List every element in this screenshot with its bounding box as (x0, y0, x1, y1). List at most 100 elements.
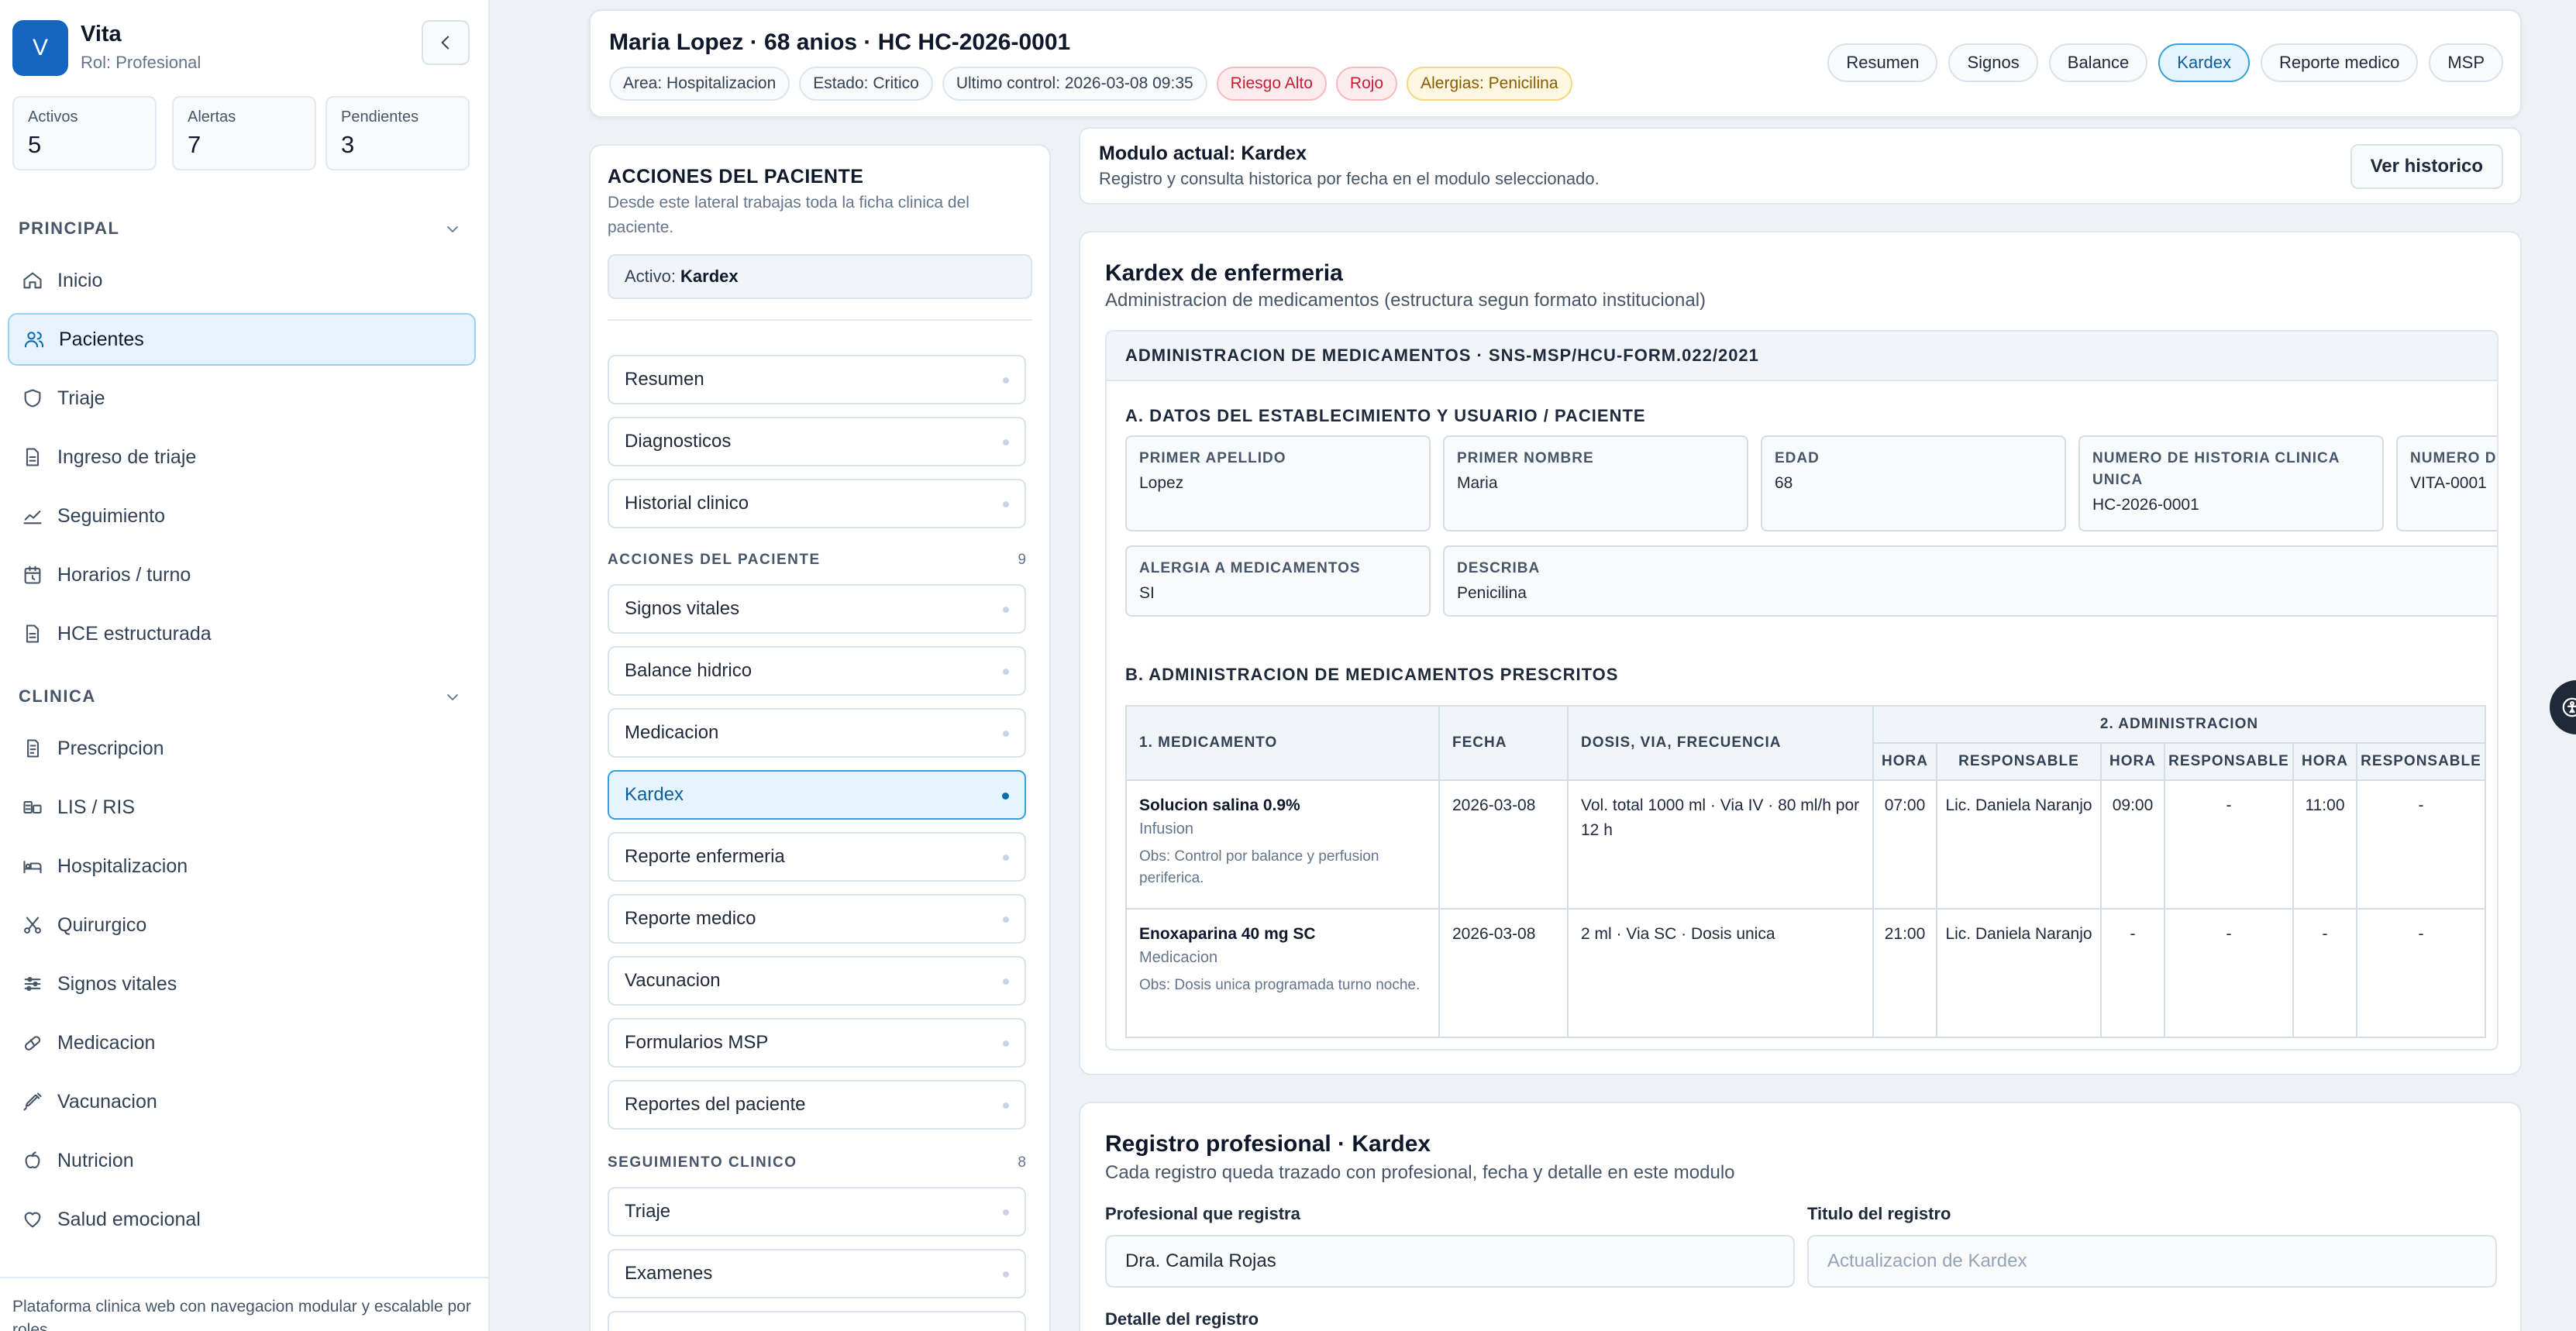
view-history-button[interactable]: Ver historico (2350, 144, 2503, 189)
cell-medicamento: Solucion salina 0.9% Infusion Obs: Contr… (1125, 779, 1440, 910)
col-responsable: RESPONSABLE (2356, 742, 2486, 781)
chip-area: Area: Hospitalizacion (609, 67, 790, 101)
home-icon (22, 270, 43, 291)
cell-hora: 07:00 (1872, 779, 1937, 910)
field-alergia: ALERGIA A MEDICAMENTOS SI (1125, 545, 1431, 617)
tab-kardex[interactable]: Kardex (2158, 43, 2250, 82)
action-item-vacunacion[interactable]: Vacunacion (608, 956, 1026, 1006)
stat-pendientes: Pendientes 3 (325, 96, 470, 170)
professional-label: Profesional que registra (1105, 1204, 1300, 1223)
section-principal-heading[interactable]: PRINCIPAL (19, 218, 119, 239)
stat-label: Pendientes (341, 108, 419, 126)
status-dot (1002, 793, 1009, 800)
trend-icon (22, 505, 43, 527)
sidebar-item-lis-ris[interactable]: LIS / RIS (8, 781, 476, 834)
sidebar-item-medicacion[interactable]: Medicacion (8, 1016, 476, 1069)
group-title: ACCIONES DEL PACIENTE (608, 552, 821, 568)
tab-reporte-medico[interactable]: Reporte medico (2261, 43, 2419, 82)
sidebar-item-salud-emocional[interactable]: Salud emocional (8, 1193, 476, 1246)
field-value: SI (1139, 584, 1155, 602)
field-value: HC-2026-0001 (2092, 496, 2199, 514)
sidebar-item-hce[interactable]: HCE estructurada (8, 607, 476, 660)
action-item-kardex[interactable]: Kardex (608, 770, 1026, 820)
sidebar-item-label: Hospitalizacion (57, 855, 188, 877)
syringe-icon (22, 1091, 43, 1113)
med-kind: Medicacion (1139, 949, 1218, 966)
cell-responsable: Lic. Daniela Naranjo (1936, 779, 2102, 910)
col-dosis: DOSIS, VIA, FRECUENCIA (1567, 705, 1874, 781)
action-item-signos-vitales[interactable]: Signos vitales (608, 584, 1026, 634)
action-item-reportes-paciente[interactable]: Reportes del paciente (608, 1080, 1026, 1130)
col-hora: HORA (1872, 742, 1937, 781)
tab-balance[interactable]: Balance (2048, 43, 2148, 82)
cell-medicamento: Enoxaparina 40 mg SC Medicacion Obs: Dos… (1125, 908, 1440, 1038)
status-dot (1003, 1102, 1009, 1109)
field-describa: DESCRIBA Penicilina (1443, 545, 2497, 617)
action-item-reporte-enfermeria[interactable]: Reporte enfermeria (608, 832, 1026, 882)
section-clinica-heading[interactable]: CLINICA (19, 686, 96, 707)
stat-value: 7 (188, 131, 201, 158)
tab-resumen[interactable]: Resumen (1827, 43, 1938, 82)
med-name: Solucion salina 0.9% (1139, 796, 1300, 814)
sidebar-item-label: Quirurgico (57, 913, 147, 936)
chevron-down-icon[interactable] (443, 688, 462, 707)
sidebar-item-label: Prescripcion (57, 737, 164, 759)
professional-input[interactable] (1105, 1235, 1795, 1288)
sidebar-item-nutricion[interactable]: Nutricion (8, 1134, 476, 1187)
record-title-input[interactable] (1807, 1235, 2497, 1288)
tab-msp[interactable]: MSP (2429, 43, 2503, 82)
record-subtitle: Cada registro queda trazado con profesio… (1105, 1162, 1735, 1183)
module-title: Modulo actual: Kardex (1099, 143, 1307, 164)
action-item-triaje[interactable]: Triaje (608, 1187, 1026, 1236)
cell-responsable: - (2164, 779, 2294, 910)
chevron-down-icon[interactable] (443, 220, 462, 239)
users-icon (23, 328, 45, 350)
sidebar-item-vacunacion[interactable]: Vacunacion (8, 1075, 476, 1128)
cell-responsable: - (2356, 779, 2486, 910)
status-dot (1003, 1209, 1009, 1216)
action-label: Reporte enfermeria (625, 846, 785, 867)
sidebar-item-inicio[interactable]: Inicio (8, 254, 476, 307)
action-item-diagnosticos[interactable]: Diagnosticos (608, 417, 1026, 466)
action-label: Signos vitales (625, 598, 740, 619)
form-header: ADMINISTRACION DE MEDICAMENTOS · SNS-MSP… (1107, 332, 2497, 381)
sidebar-item-ingreso-triaje[interactable]: Ingreso de triaje (8, 431, 476, 483)
action-label: Kardex (625, 784, 684, 805)
sidebar-item-label: Salud emocional (57, 1208, 201, 1230)
sidebar-item-horarios[interactable]: Horarios / turno (8, 549, 476, 601)
action-item-resumen[interactable]: Resumen (608, 355, 1026, 404)
sidebar-item-signos-vitales[interactable]: Signos vitales (8, 958, 476, 1010)
sidebar-item-triaje[interactable]: Triaje (8, 372, 476, 425)
action-item-historial[interactable]: Historial clinico (608, 479, 1026, 528)
action-item-balance-hidrico[interactable]: Balance hidrico (608, 646, 1026, 696)
cell-responsable: - (2356, 908, 2486, 1038)
accessibility-button[interactable] (2550, 680, 2576, 734)
action-item-formularios-msp[interactable]: Formularios MSP (608, 1018, 1026, 1068)
cell-hora: - (2100, 908, 2165, 1038)
cell-hora: 09:00 (2100, 779, 2165, 910)
action-item-examenes[interactable]: Examenes (608, 1249, 1026, 1298)
stat-value: 5 (28, 131, 42, 158)
sidebar-item-hospitalizacion[interactable]: Hospitalizacion (8, 840, 476, 892)
sidebar-item-quirurgico[interactable]: Quirurgico (8, 899, 476, 951)
field-value: VITA-0001 (2410, 474, 2487, 492)
pill-icon (22, 1032, 43, 1054)
group-count: 9 (1018, 552, 1026, 568)
action-item-next[interactable] (608, 1311, 1026, 1331)
tab-signos[interactable]: Signos (1948, 43, 2038, 82)
action-item-medicacion[interactable]: Medicacion (608, 708, 1026, 758)
cell-responsable: Lic. Daniela Naranjo (1936, 908, 2102, 1038)
field-value: Lopez (1139, 474, 1184, 492)
field-value: Maria (1457, 474, 1498, 492)
status-dot (1003, 501, 1009, 507)
active-value: Kardex (680, 267, 739, 286)
sidebar-item-seguimiento[interactable]: Seguimiento (8, 490, 476, 542)
professional-record-card: Registro profesional · Kardex Cada regis… (1079, 1102, 2522, 1331)
sidebar-item-prescripcion[interactable]: Prescripcion (8, 722, 476, 775)
cell-hora: - (2292, 908, 2357, 1038)
sidebar-item-pacientes[interactable]: Pacientes (8, 313, 476, 366)
action-item-reporte-medico[interactable]: Reporte medico (608, 894, 1026, 944)
cell-fecha: 2026-03-08 (1438, 908, 1569, 1038)
collapse-sidebar-button[interactable] (422, 20, 470, 65)
sliders-icon (22, 973, 43, 995)
